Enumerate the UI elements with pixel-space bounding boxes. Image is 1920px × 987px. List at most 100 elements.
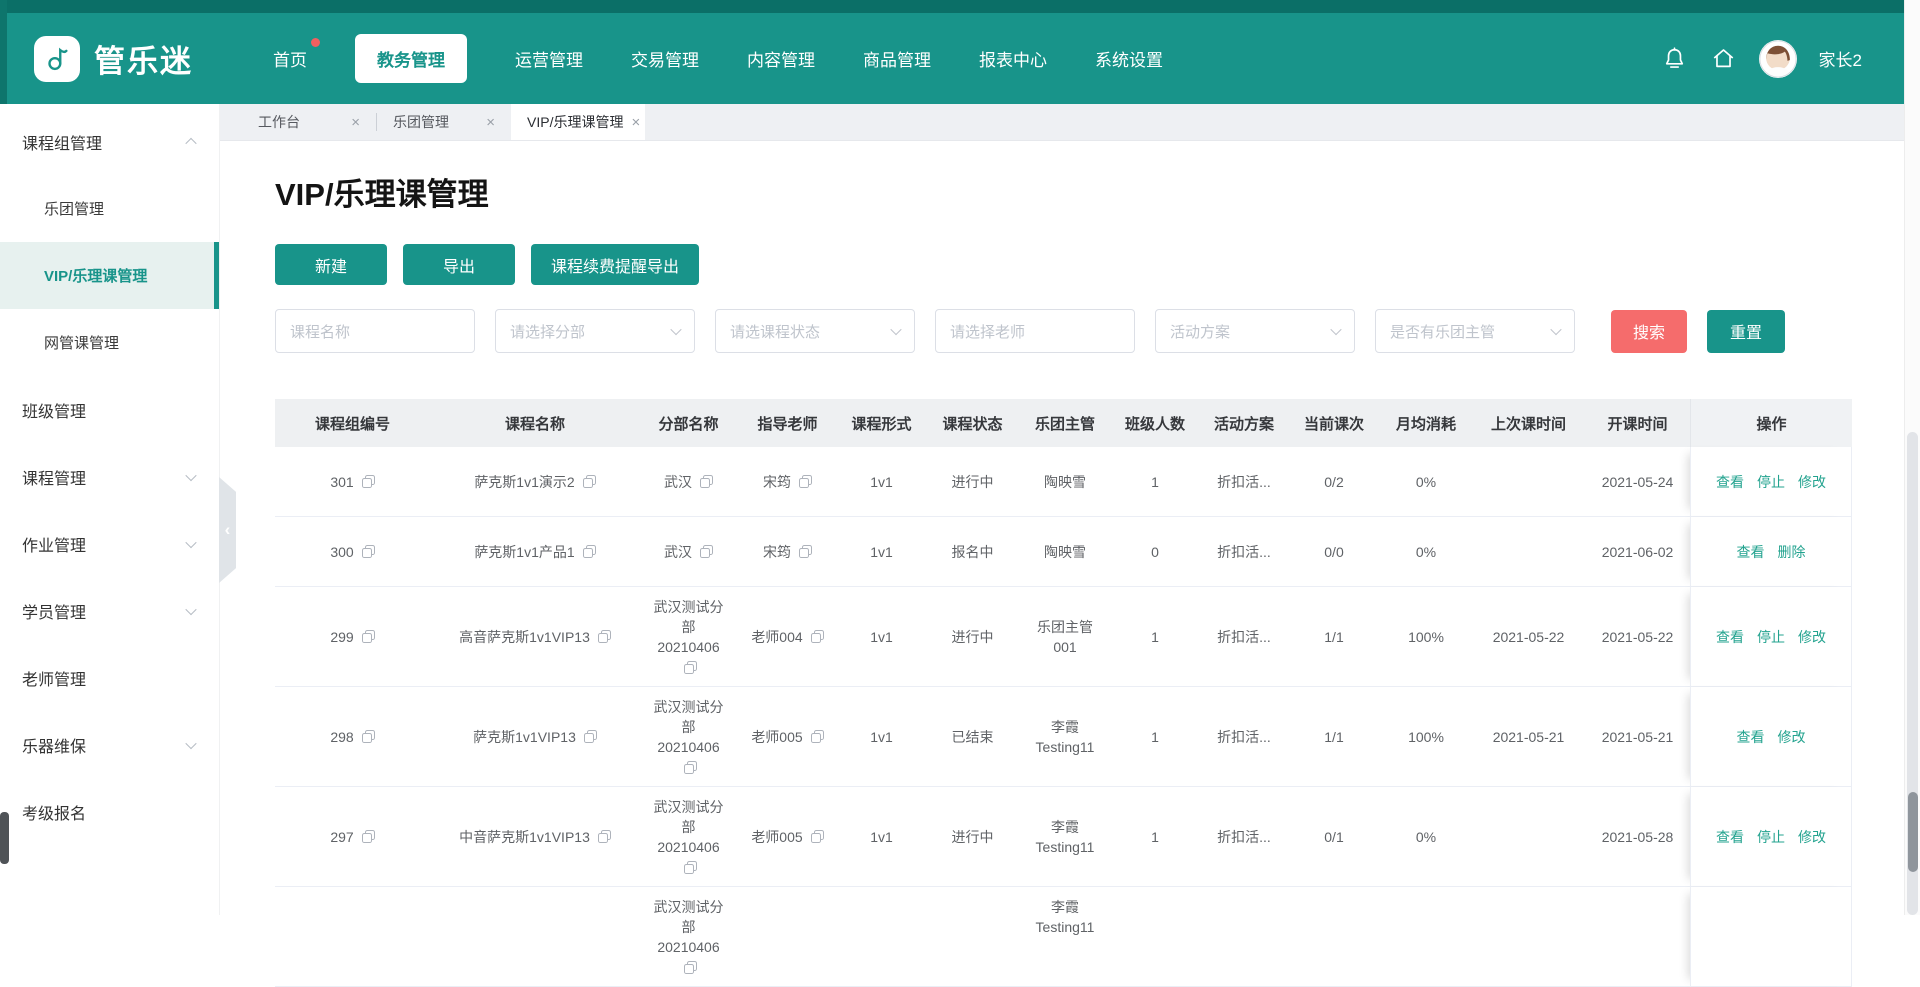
sidebar-item-8[interactable]: 学员管理 [0, 577, 219, 644]
copy-icon[interactable] [684, 961, 697, 974]
nav-item-7[interactable]: 报表中心 [979, 34, 1047, 83]
action-link[interactable]: 停止 [1757, 627, 1785, 647]
sidebar-item-3[interactable]: VIP/乐理课管理 [0, 242, 219, 309]
nav-item-3[interactable]: 运营管理 [515, 34, 583, 83]
action-link[interactable]: 停止 [1757, 827, 1785, 847]
cell-plan: 折扣活... [1200, 787, 1288, 886]
action-link[interactable]: 停止 [1757, 472, 1785, 492]
search-button[interactable]: 搜索 [1611, 310, 1687, 353]
filter-select-5[interactable]: 活动方案 [1155, 309, 1355, 353]
copy-icon[interactable] [811, 730, 824, 743]
sidebar-item-6[interactable]: 课程管理 [0, 443, 219, 510]
sidebar-scrollbar-thumb[interactable] [0, 812, 9, 864]
action-link[interactable]: 查看 [1737, 542, 1765, 562]
scrollbar-thumb[interactable] [1908, 792, 1918, 872]
placeholder-text: 请选课程状态 [730, 321, 884, 342]
sidebar-item-9[interactable]: 老师管理 [0, 644, 219, 711]
tab-2[interactable]: 乐团管理× [377, 104, 511, 140]
sidebar-item-4[interactable]: 网管课管理 [0, 309, 219, 376]
cell-code: 297 [275, 787, 430, 886]
nav-item-4[interactable]: 交易管理 [631, 34, 699, 83]
sidebar-item-11[interactable]: 考级报名 [0, 778, 219, 845]
copy-icon[interactable] [362, 545, 375, 558]
copy-icon[interactable] [799, 475, 812, 488]
copy-icon[interactable] [598, 630, 611, 643]
nav-item-1[interactable]: 首页 [273, 34, 307, 83]
copy-icon[interactable] [583, 545, 596, 558]
reset-button[interactable]: 重置 [1707, 310, 1785, 353]
cell-supervisor: 李霞Testing11 [1020, 887, 1110, 986]
bell-icon[interactable] [1661, 45, 1688, 72]
tab-3[interactable]: VIP/乐理课管理 × [511, 104, 645, 140]
nav-item-8[interactable]: 系统设置 [1095, 34, 1163, 83]
cell-teacher: 宋筠 [737, 447, 838, 516]
renewal-reminder-export-button[interactable]: 课程续费提醒导出 [531, 244, 699, 285]
copy-icon[interactable] [584, 730, 597, 743]
action-link[interactable]: 查看 [1716, 472, 1744, 492]
filter-input-1[interactable]: 课程名称 [275, 309, 475, 353]
filter-select-6[interactable]: 是否有乐团主管 [1375, 309, 1575, 353]
action-link[interactable]: 修改 [1778, 727, 1806, 747]
sidebar-collapse-handle[interactable]: ‹ [219, 477, 236, 583]
action-link[interactable]: 查看 [1737, 727, 1765, 747]
cell-text: 萨克斯1v1演示2 [474, 472, 574, 492]
action-link[interactable]: 修改 [1798, 827, 1826, 847]
sidebar-item-5[interactable]: 班级管理 [0, 376, 219, 443]
close-icon[interactable]: × [351, 114, 360, 131]
cell-text: 2021-05-21 [1493, 727, 1565, 747]
brand[interactable]: 管乐迷 [34, 36, 193, 82]
tab-1[interactable]: 工作台× [242, 104, 376, 140]
close-icon[interactable]: × [486, 114, 495, 131]
sidebar-item-2[interactable]: 乐团管理 [0, 175, 219, 242]
copy-icon[interactable] [700, 545, 713, 558]
sidebar-item-7[interactable]: 作业管理 [0, 510, 219, 577]
cell-text: 武汉 [664, 472, 692, 492]
nav-item-6[interactable]: 商品管理 [863, 34, 931, 83]
filter-input-4[interactable]: 请选择老师 [935, 309, 1135, 353]
filter-select-3[interactable]: 请选课程状态 [715, 309, 915, 353]
vertical-scrollbar[interactable] [1904, 0, 1920, 915]
action-link[interactable]: 删除 [1778, 542, 1806, 562]
copy-icon[interactable] [583, 475, 596, 488]
export-button[interactable]: 导出 [403, 244, 515, 285]
sidebar-item-1[interactable]: 课程组管理 [0, 108, 219, 175]
nav-item-5[interactable]: 内容管理 [747, 34, 815, 83]
filter-select-2[interactable]: 请选择分部 [495, 309, 695, 353]
copy-icon[interactable] [362, 475, 375, 488]
home-icon[interactable] [1710, 45, 1737, 72]
user-name[interactable]: 家长2 [1819, 46, 1862, 71]
avatar[interactable] [1759, 40, 1797, 78]
copy-icon[interactable] [362, 830, 375, 843]
main-content: VIP/乐理课管理 新建 导出 课程续费提醒导出 课程名称请选择分部请选课程状态… [220, 141, 1904, 915]
copy-icon[interactable] [684, 761, 697, 774]
action-link[interactable]: 修改 [1798, 627, 1826, 647]
copy-icon[interactable] [684, 661, 697, 674]
sidebar-item-10[interactable]: 乐器维保 [0, 711, 219, 778]
cell-code: 298 [275, 687, 430, 786]
copy-icon[interactable] [684, 861, 697, 874]
copy-icon[interactable] [700, 475, 713, 488]
cell-text: 李霞Testing11 [1029, 817, 1101, 857]
column-header-14: 操作 [1690, 399, 1852, 447]
action-link[interactable]: 修改 [1798, 472, 1826, 492]
close-icon[interactable]: × [631, 114, 640, 131]
course-table: 课程组编号课程名称分部名称指导老师课程形式课程状态乐团主管班级人数活动方案当前课… [275, 399, 1852, 987]
placeholder-text: 是否有乐团主管 [1390, 321, 1544, 342]
copy-icon[interactable] [598, 830, 611, 843]
copy-icon[interactable] [362, 730, 375, 743]
copy-icon[interactable] [811, 830, 824, 843]
cell-start-time: 2021-05-24 [1585, 447, 1690, 516]
action-link[interactable]: 查看 [1716, 827, 1744, 847]
toolbar: 新建 导出 课程续费提醒导出 [275, 244, 699, 285]
copy-icon[interactable] [362, 630, 375, 643]
top-nav: 首页教务管理 运营管理 交易管理内容管理商品管理报表中心系统设置 [273, 34, 1163, 83]
nav-item-2[interactable]: 教务管理 [355, 34, 467, 83]
copy-icon[interactable] [811, 630, 824, 643]
copy-icon[interactable] [799, 545, 812, 558]
create-button[interactable]: 新建 [275, 244, 387, 285]
nav-item-label: 运营管理 [515, 51, 583, 70]
tab-label: VIP/乐理课管理 [527, 112, 623, 132]
cell-text: 武汉测试分部20210406 [653, 897, 725, 977]
action-link[interactable]: 查看 [1716, 627, 1744, 647]
cell-monthly: 100% [1380, 687, 1472, 786]
